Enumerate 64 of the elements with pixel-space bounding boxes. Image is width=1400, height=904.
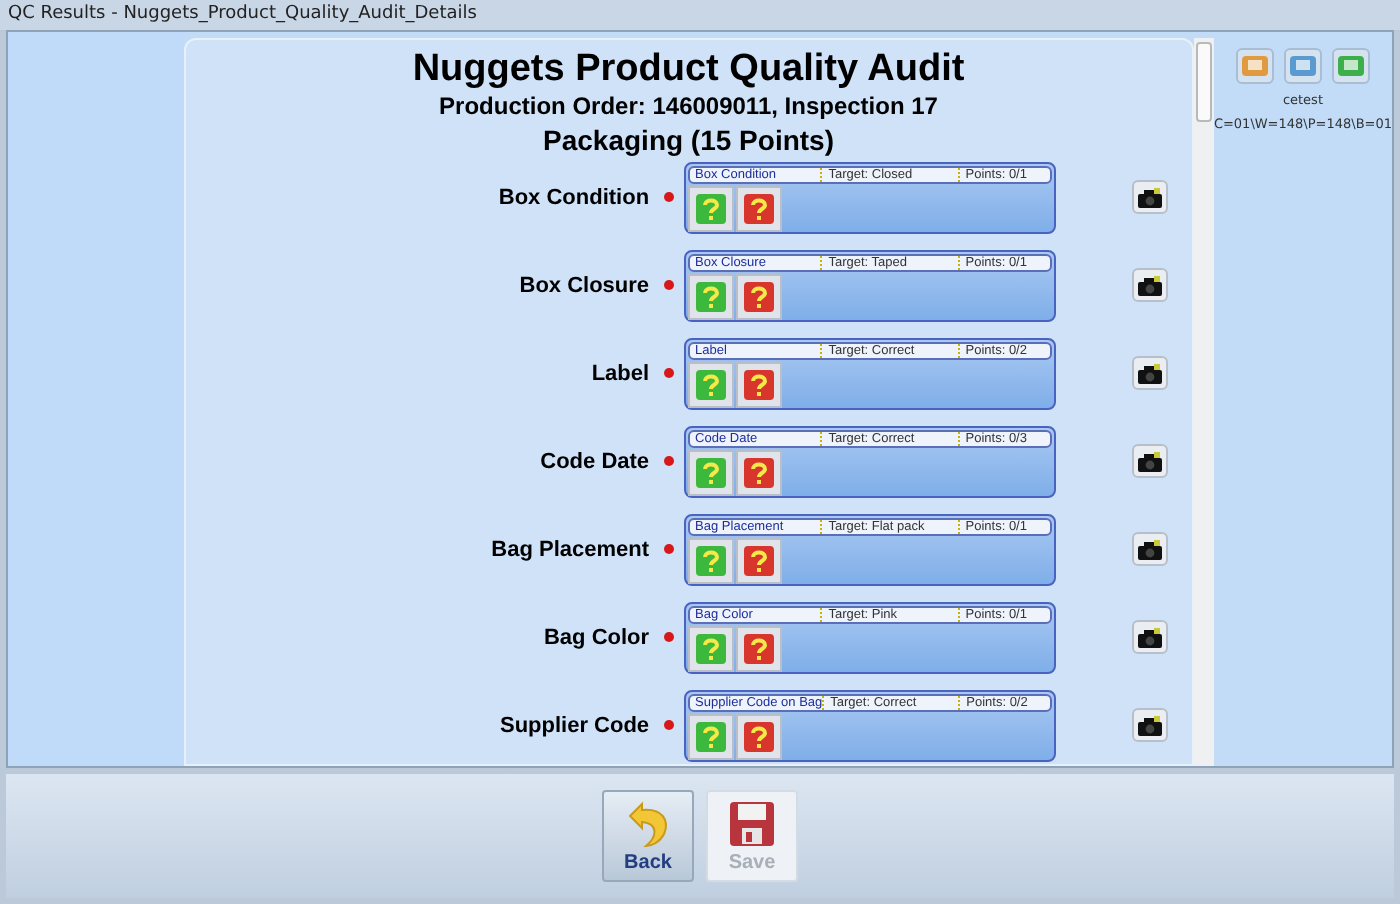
pass-button[interactable] xyxy=(687,713,734,760)
question-mark-icon xyxy=(695,721,726,752)
question-mark-icon xyxy=(695,457,726,488)
toolbar-button[interactable] xyxy=(1331,47,1370,84)
camera-icon xyxy=(1137,627,1162,648)
fail-button[interactable] xyxy=(735,449,782,496)
status-dot xyxy=(663,456,674,467)
back-button[interactable]: Back xyxy=(602,789,694,882)
fail-button[interactable] xyxy=(735,713,782,760)
status-dot xyxy=(663,192,674,203)
fail-button[interactable] xyxy=(735,537,782,584)
status-dot xyxy=(663,280,674,291)
camera-button[interactable] xyxy=(1131,708,1168,743)
status-dot xyxy=(663,544,674,555)
fail-button[interactable] xyxy=(735,361,782,408)
item-label: Box Closure xyxy=(517,273,650,298)
item-label: Box Condition xyxy=(496,185,650,210)
camera-button[interactable] xyxy=(1131,268,1168,303)
question-mark-icon xyxy=(695,193,726,224)
fail-button[interactable] xyxy=(735,273,782,320)
pass-button[interactable] xyxy=(687,625,734,672)
question-mark-icon xyxy=(743,457,774,488)
status-dot xyxy=(663,720,674,731)
question-mark-icon xyxy=(743,281,774,312)
pass-button[interactable] xyxy=(687,185,734,232)
camera-icon xyxy=(1137,187,1162,208)
camera-button[interactable] xyxy=(1131,532,1168,567)
question-mark-icon xyxy=(695,281,726,312)
fail-button[interactable] xyxy=(735,185,782,232)
section-heading: Packaging (15 Points) xyxy=(543,123,834,156)
question-mark-icon xyxy=(695,545,726,576)
camera-icon xyxy=(1137,275,1162,296)
toolbar-button[interactable] xyxy=(1283,47,1322,84)
fail-button[interactable] xyxy=(735,625,782,672)
question-mark-icon xyxy=(743,545,774,576)
item-label: Label xyxy=(589,361,650,386)
question-mark-icon xyxy=(743,633,774,664)
camera-icon xyxy=(1137,539,1162,560)
question-mark-icon xyxy=(743,193,774,224)
camera-button[interactable] xyxy=(1131,180,1168,215)
camera-button[interactable] xyxy=(1131,444,1168,479)
question-mark-icon xyxy=(743,369,774,400)
status-dot xyxy=(663,632,674,643)
camera-icon xyxy=(1137,363,1162,384)
camera-icon xyxy=(1137,451,1162,472)
item-label: Supplier Code xyxy=(497,713,650,738)
pass-button[interactable] xyxy=(687,361,734,408)
pass-button[interactable] xyxy=(687,273,734,320)
camera-icon xyxy=(1137,715,1162,736)
item-label: Code Date xyxy=(538,449,650,474)
item-label: Bag Placement xyxy=(489,537,650,562)
question-mark-icon xyxy=(695,369,726,400)
audit-title: Nuggets Product Quality Audit xyxy=(412,47,965,92)
question-mark-icon xyxy=(695,633,726,664)
question-mark-icon xyxy=(743,721,774,752)
order-subtitle: Production Order: 146009011, Inspection 17 xyxy=(439,91,938,120)
window-title: QC Results - Nuggets_Product_Quality_Audit_Details xyxy=(0,0,1400,30)
status-dot xyxy=(663,368,674,379)
item-label: Bag Color xyxy=(541,625,650,650)
camera-button[interactable] xyxy=(1131,356,1168,391)
camera-button[interactable] xyxy=(1131,620,1168,655)
pass-button[interactable] xyxy=(687,449,734,496)
pass-button[interactable] xyxy=(687,537,734,584)
scrollbar[interactable] xyxy=(1193,37,1214,766)
